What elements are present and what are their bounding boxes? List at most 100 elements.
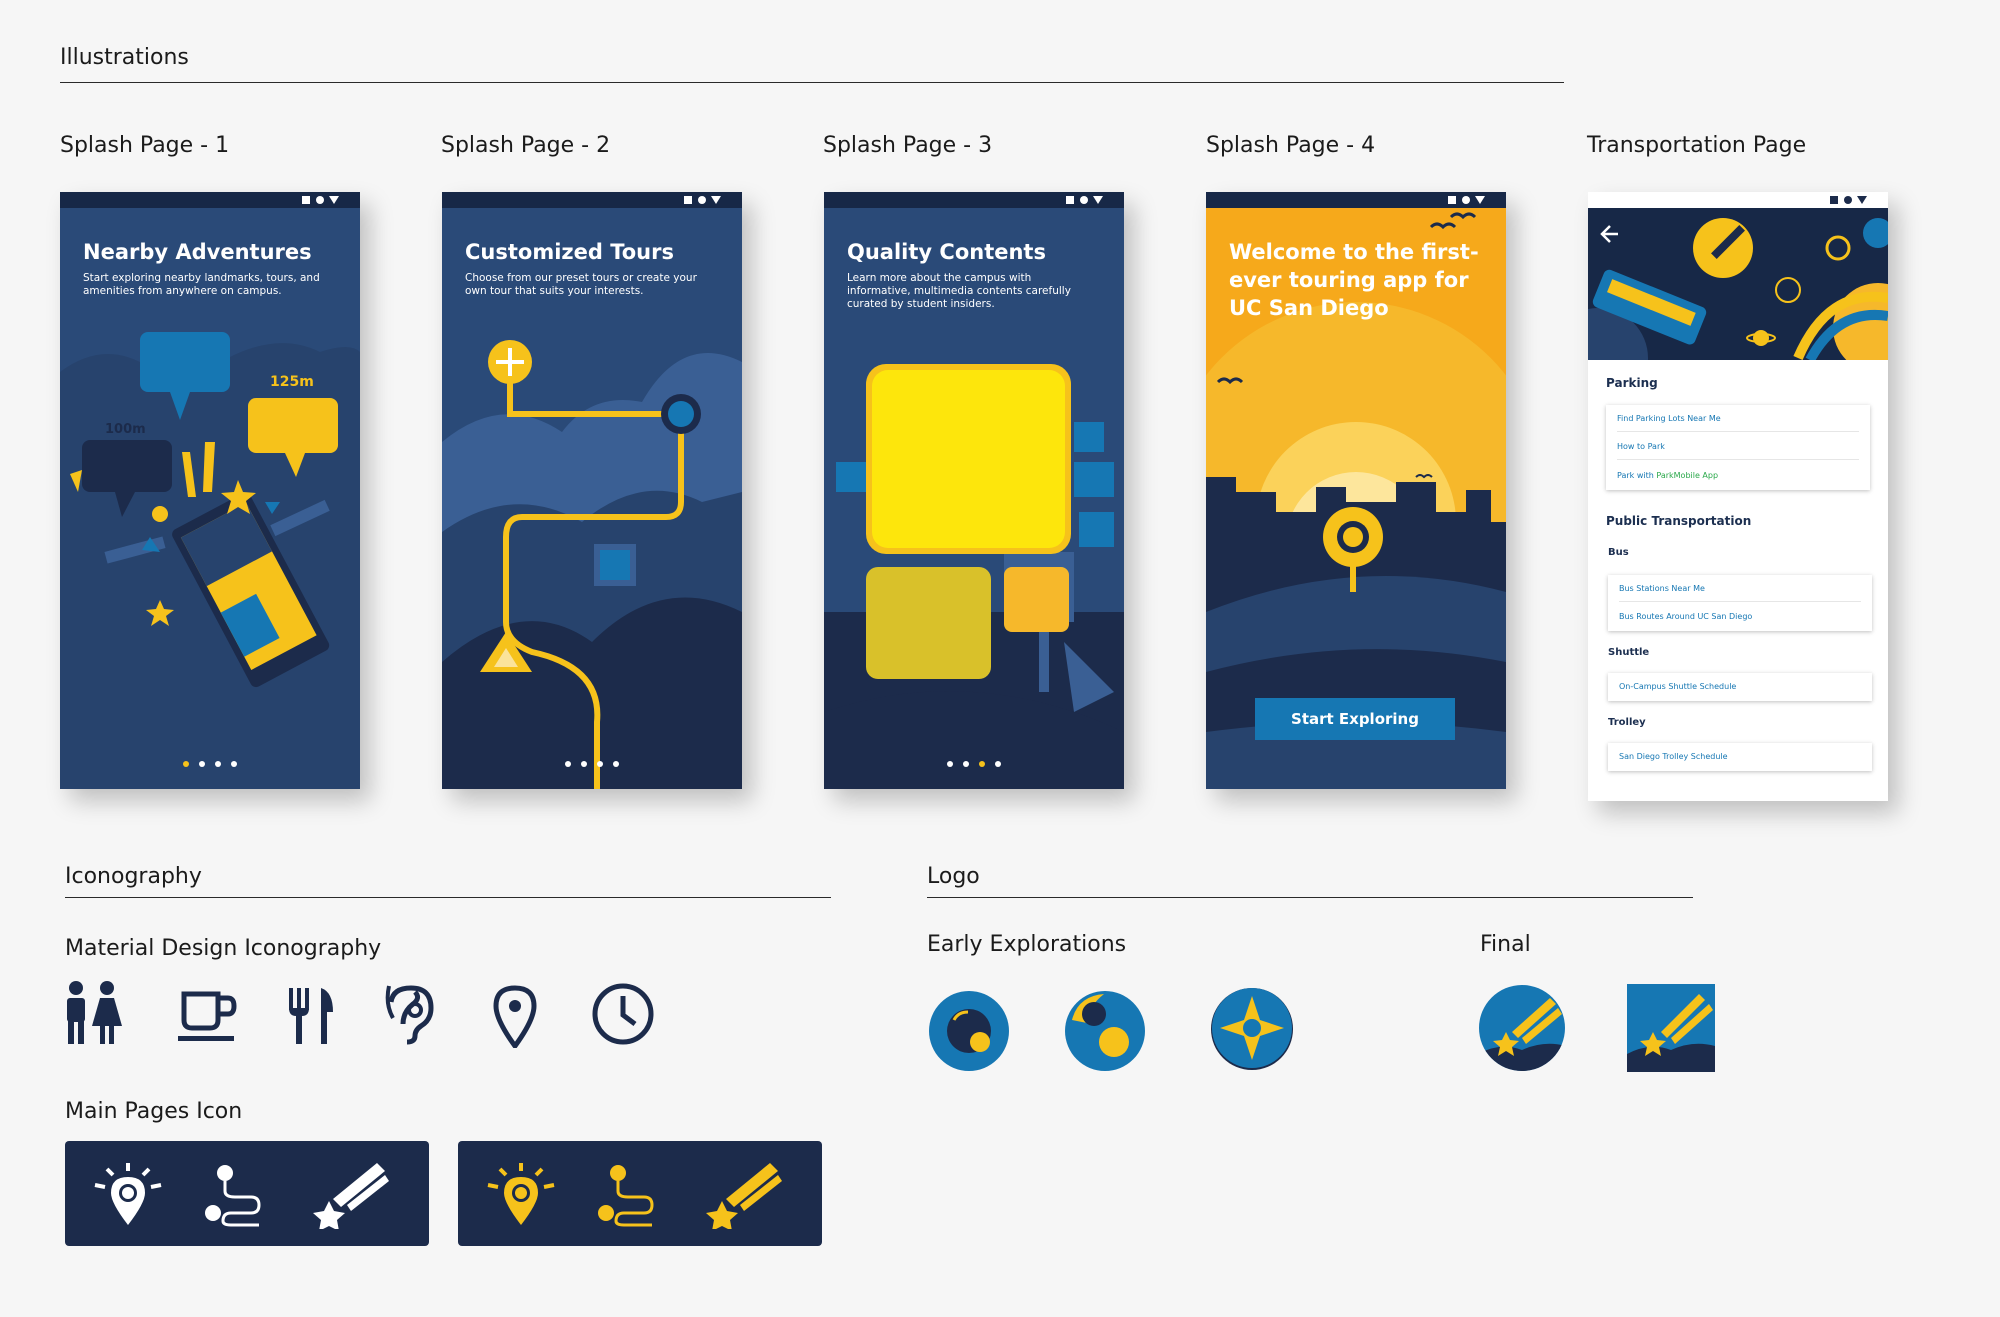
- status-square-icon: [302, 196, 310, 204]
- splash-screen-4: Welcome to the first-ever touring app fo…: [1206, 192, 1506, 789]
- page-dot[interactable]: [215, 761, 221, 767]
- divider: [65, 897, 831, 898]
- trolley-card: San Diego Trolley Schedule: [1608, 743, 1872, 771]
- logo-final-square: [1627, 984, 1715, 1072]
- status-circle-icon: [1844, 196, 1852, 204]
- page-dot[interactable]: [183, 761, 189, 767]
- tour-route-icon: [205, 1165, 261, 1227]
- distance-label: 125m: [270, 374, 314, 390]
- main-pages-icons-yellow: [458, 1141, 822, 1246]
- material-iconography-title: Material Design Iconography: [65, 936, 382, 961]
- status-bar: [60, 192, 360, 208]
- status-bar: [1588, 192, 1888, 208]
- transport-header-illustration: [1588, 208, 1888, 360]
- page-indicator[interactable]: [442, 761, 742, 767]
- screen-title: Nearby Adventures: [83, 240, 312, 264]
- parking-link[interactable]: How to Park: [1617, 442, 1665, 451]
- clock-icon: [592, 983, 654, 1045]
- parkmobile-link[interactable]: ParkMobile App: [1656, 471, 1718, 480]
- status-circle-icon: [698, 196, 706, 204]
- screen-title: Welcome to the first-ever touring app fo…: [1229, 240, 1479, 320]
- screen-subtitle: Learn more about the campus with informa…: [847, 272, 1071, 310]
- divider: [927, 897, 1693, 898]
- screen-label-splash-1: Splash Page - 1: [60, 133, 230, 158]
- location-pin-icon: [493, 985, 537, 1048]
- page-dot[interactable]: [581, 761, 587, 767]
- screen-subtitle: Choose from our preset tours or create y…: [465, 272, 697, 297]
- main-pages-icons-white: [65, 1141, 429, 1246]
- parking-title: Parking: [1606, 376, 1658, 390]
- early-explorations-title: Early Explorations: [927, 932, 1127, 957]
- status-triangle-icon: [1093, 196, 1103, 204]
- status-square-icon: [684, 196, 692, 204]
- restroom-icon: [67, 981, 122, 1044]
- coffee-icon: [178, 991, 237, 1041]
- page-dot[interactable]: [979, 761, 985, 767]
- screen-label-splash-4: Splash Page - 4: [1206, 133, 1376, 158]
- screen-label-splash-3: Splash Page - 3: [823, 133, 993, 158]
- shuttle-title: Shuttle: [1608, 647, 1650, 658]
- restaurant-icon: [289, 988, 333, 1044]
- page-dot[interactable]: [613, 761, 619, 767]
- screen-label-splash-2: Splash Page - 2: [441, 133, 611, 158]
- page-dot[interactable]: [963, 761, 969, 767]
- tour-route-icon: [598, 1165, 654, 1227]
- shuttle-link[interactable]: On-Campus Shuttle Schedule: [1619, 682, 1736, 691]
- status-bar: [442, 192, 742, 208]
- status-bar: [1206, 192, 1506, 208]
- hearing-icon: [385, 985, 434, 1045]
- public-transportation-title: Public Transportation: [1606, 514, 1752, 528]
- shuttle-card: On-Campus Shuttle Schedule: [1608, 673, 1872, 701]
- logo-exploration-moon: [929, 991, 1009, 1071]
- transportation-screen: Parking Find Parking Lots Near Me How to…: [1588, 192, 1888, 801]
- page-dot[interactable]: [597, 761, 603, 767]
- splash-screen-3: Quality Contents Learn more about the ca…: [824, 192, 1124, 789]
- final-title: Final: [1480, 932, 1531, 957]
- status-circle-icon: [316, 196, 324, 204]
- status-circle-icon: [1462, 196, 1470, 204]
- parking-link[interactable]: Find Parking Lots Near Me: [1617, 414, 1721, 423]
- status-bar: [824, 192, 1124, 208]
- page-dot[interactable]: [947, 761, 953, 767]
- distance-label: 100m: [105, 422, 146, 437]
- back-button[interactable]: [1596, 218, 1622, 244]
- start-exploring-button[interactable]: Start Exploring: [1255, 698, 1455, 740]
- status-triangle-icon: [1857, 196, 1867, 204]
- status-circle-icon: [1080, 196, 1088, 204]
- section-title-logo: Logo: [927, 864, 980, 889]
- splash-screen-1: Nearby Adventures Start exploring nearby…: [60, 192, 360, 789]
- bus-link[interactable]: Bus Stations Near Me: [1619, 584, 1705, 593]
- status-triangle-icon: [711, 196, 721, 204]
- page-dot[interactable]: [565, 761, 571, 767]
- status-triangle-icon: [329, 196, 339, 204]
- splash-screen-2: Customized Tours Choose from our preset …: [442, 192, 742, 789]
- divider: [1617, 431, 1859, 432]
- status-square-icon: [1066, 196, 1074, 204]
- logo-exploration-compass: [1211, 988, 1293, 1070]
- logo-final-round: [1479, 985, 1565, 1071]
- shooting-star-icon: [706, 1163, 782, 1229]
- page-indicator[interactable]: [824, 761, 1124, 767]
- logo-exploration-eclipse: [1065, 991, 1145, 1071]
- trolley-link[interactable]: San Diego Trolley Schedule: [1619, 752, 1728, 761]
- explore-pin-icon: [94, 1163, 162, 1225]
- page-dot[interactable]: [199, 761, 205, 767]
- divider: [1617, 459, 1859, 460]
- bus-title: Bus: [1608, 547, 1629, 558]
- shooting-star-icon: [313, 1163, 389, 1229]
- screen-label-transportation: Transportation Page: [1587, 133, 1807, 158]
- screen-title: Quality Contents: [847, 240, 1046, 264]
- parking-card: Find Parking Lots Near Me How to Park Pa…: [1606, 405, 1870, 490]
- main-pages-icon-title: Main Pages Icon: [65, 1099, 243, 1124]
- page-indicator[interactable]: [60, 761, 360, 767]
- trolley-title: Trolley: [1608, 717, 1646, 728]
- status-triangle-icon: [1475, 196, 1485, 204]
- bus-link[interactable]: Bus Routes Around UC San Diego: [1619, 612, 1752, 621]
- bus-card: Bus Stations Near Me Bus Routes Around U…: [1608, 575, 1872, 631]
- section-title-illustrations: Illustrations: [60, 45, 189, 70]
- park-with-text: Park with: [1617, 471, 1657, 480]
- screen-subtitle: Start exploring nearby landmarks, tours,…: [83, 272, 320, 297]
- page-dot[interactable]: [995, 761, 1001, 767]
- parking-link[interactable]: Park with ParkMobile App: [1617, 471, 1718, 480]
- page-dot[interactable]: [231, 761, 237, 767]
